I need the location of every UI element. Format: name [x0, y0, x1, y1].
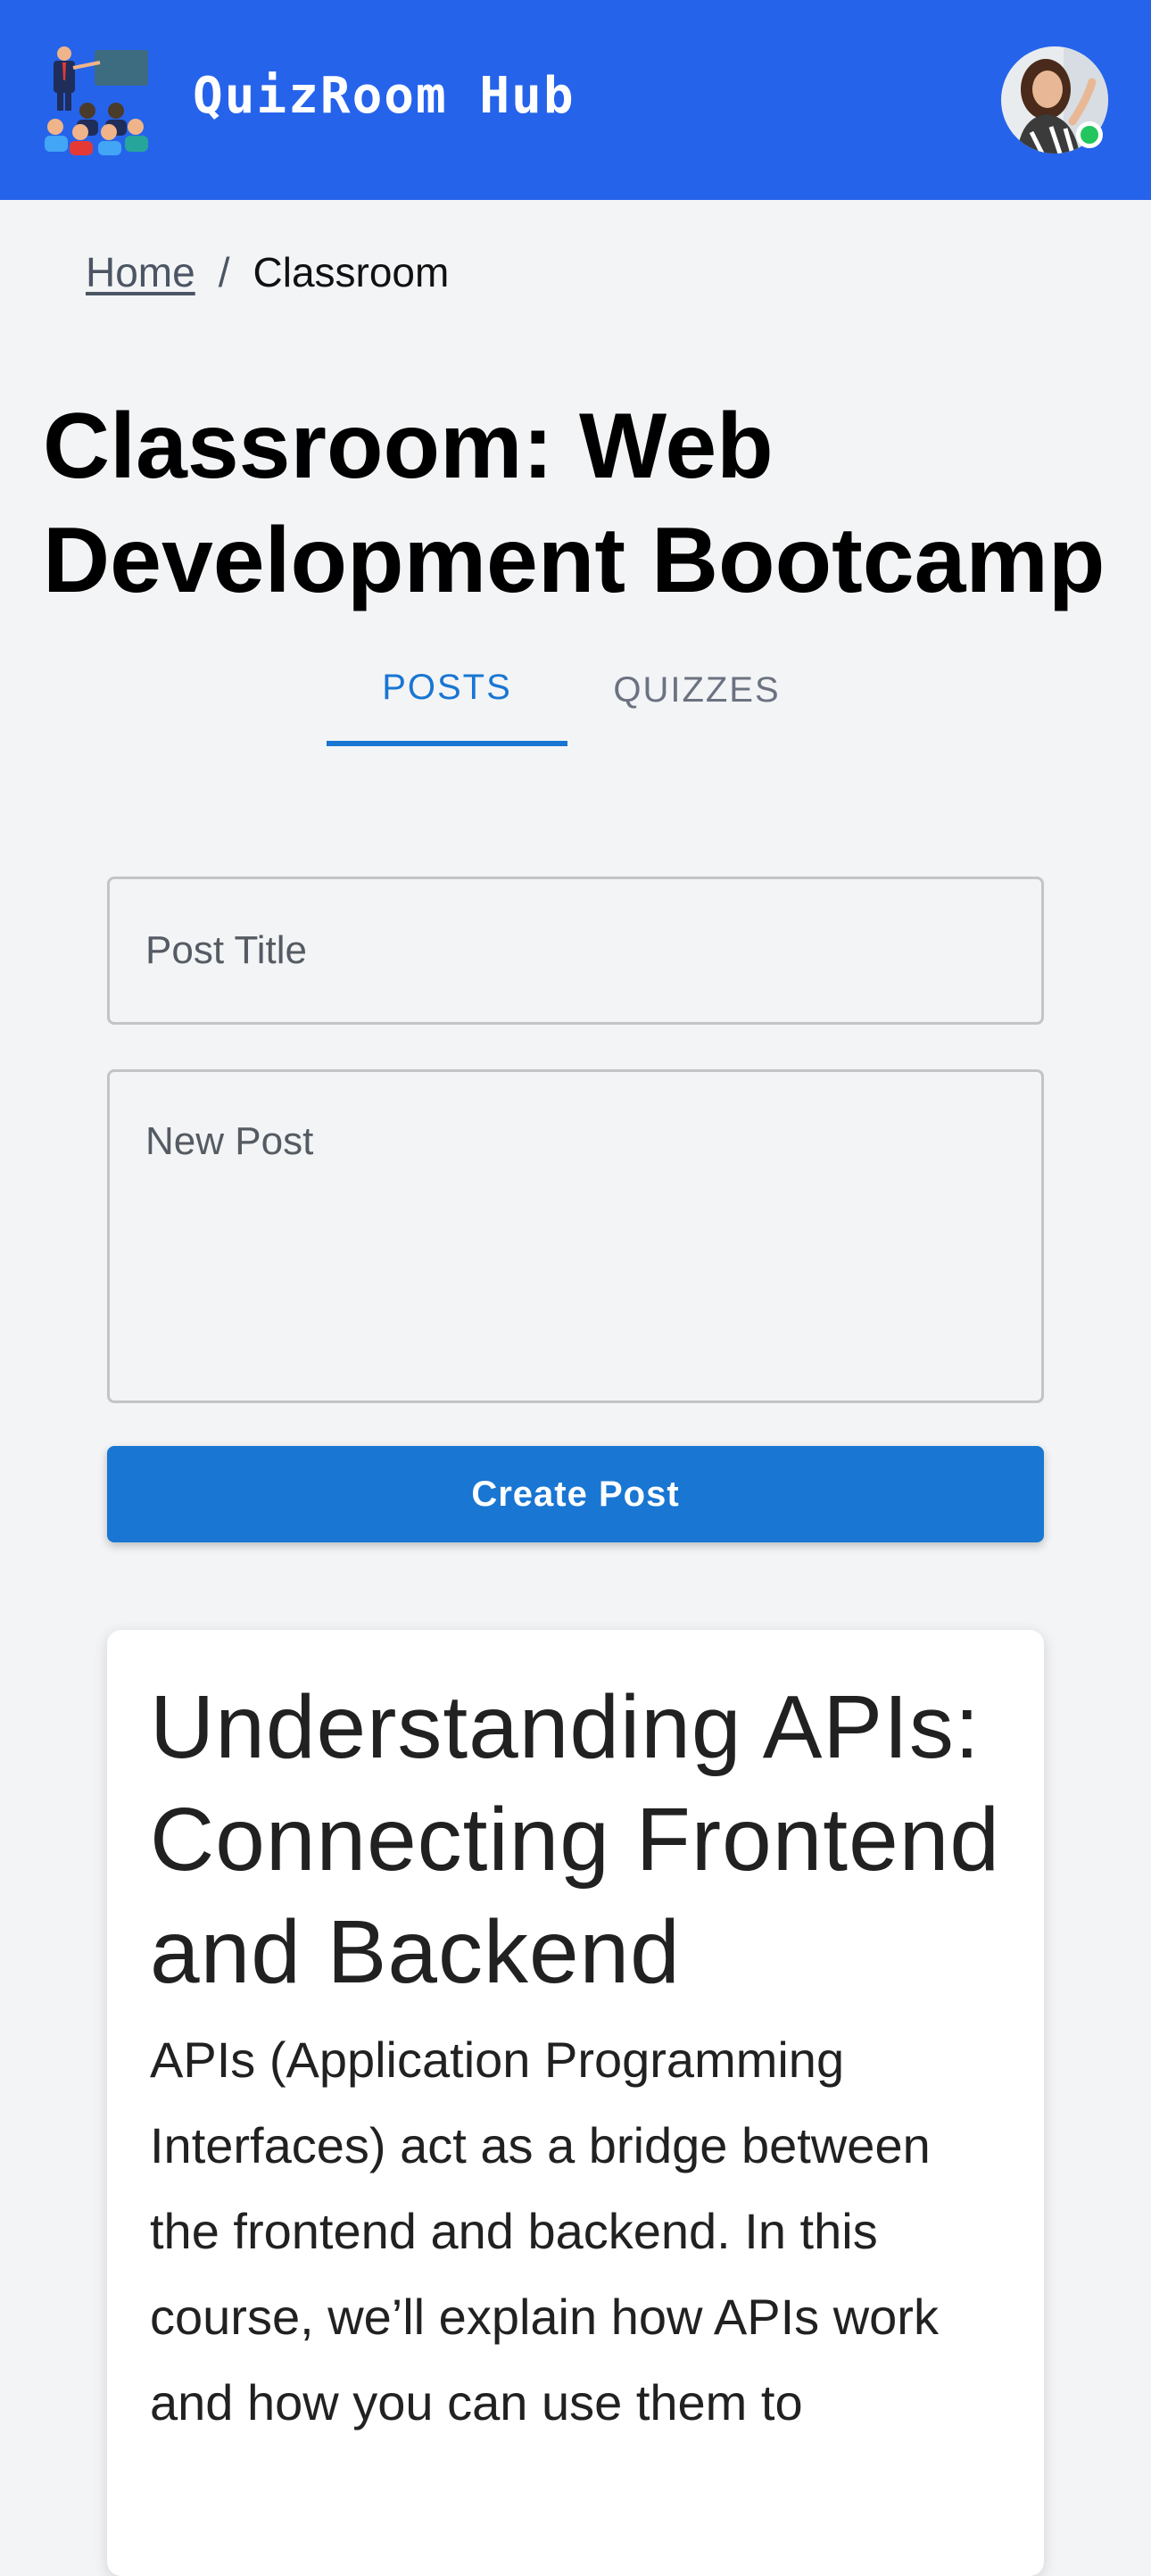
online-status-indicator	[1076, 121, 1103, 148]
breadcrumb: Home / Classroom	[86, 241, 449, 303]
app-title: QuizRoom Hub	[193, 67, 576, 125]
create-post-button[interactable]: Create Post	[107, 1446, 1044, 1542]
new-post-textarea[interactable]	[107, 1069, 1044, 1403]
post-body: APIs (Application Programming Interfaces…	[150, 2032, 939, 2431]
user-avatar-button[interactable]	[1001, 46, 1108, 154]
breadcrumb-current: Classroom	[253, 249, 450, 295]
classroom-tabs: POSTS QUIZZES	[327, 634, 826, 746]
breadcrumb-separator: /	[218, 249, 230, 295]
classroom-logo-icon[interactable]	[41, 45, 152, 155]
tab-quizzes[interactable]: QUIZZES	[567, 634, 826, 746]
page-title: Classroom: Web Development Bootcamp	[43, 395, 1105, 612]
breadcrumb-home-link[interactable]: Home	[86, 248, 195, 296]
post-title-input[interactable]	[107, 877, 1044, 1025]
post-title: Understanding APIs: Connecting Frontend …	[150, 1677, 1000, 2002]
app-header: QuizRoom Hub	[0, 0, 1151, 200]
post-card[interactable]: Understanding APIs: Connecting Frontend …	[107, 1630, 1044, 2576]
tab-posts[interactable]: POSTS	[327, 634, 567, 746]
